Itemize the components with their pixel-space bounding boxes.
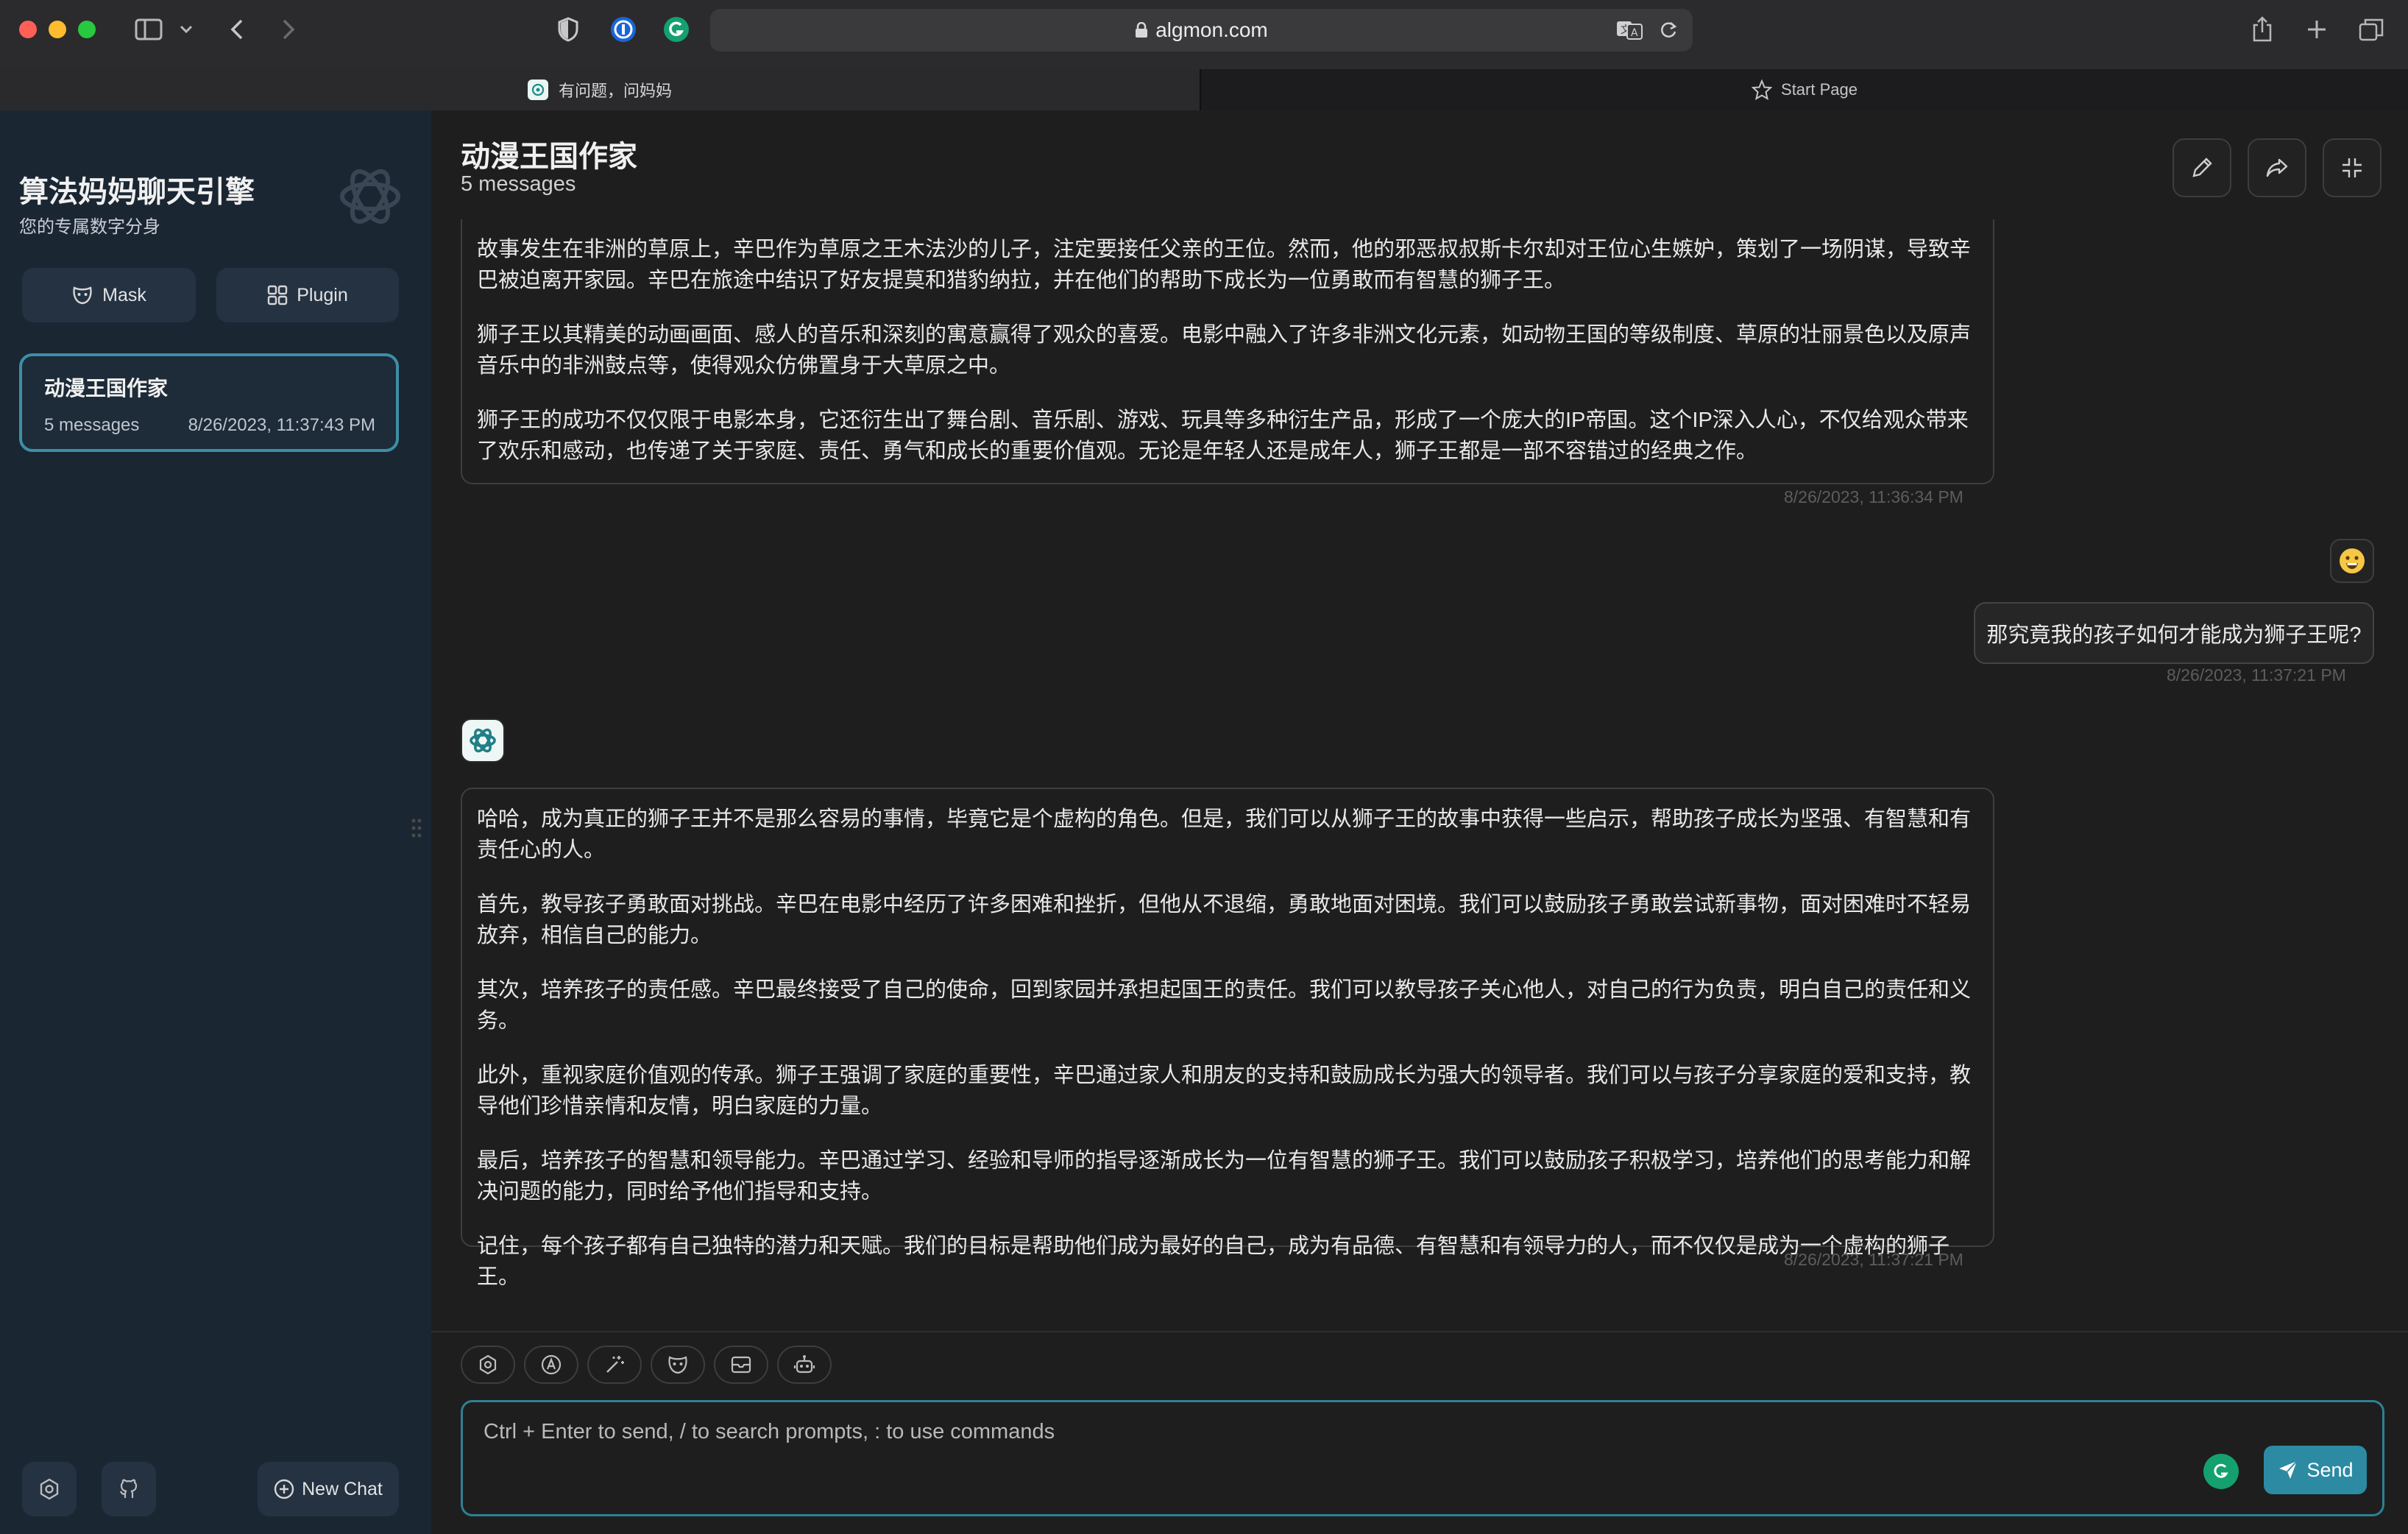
add-circle-icon	[274, 1479, 294, 1499]
forward-icon[interactable]	[274, 13, 303, 46]
clear-context-chip[interactable]	[714, 1346, 768, 1384]
share-chat-button[interactable]	[2248, 138, 2306, 197]
github-button[interactable]	[102, 1462, 156, 1516]
translate-icon[interactable]: 文A	[1616, 21, 1643, 40]
user-avatar	[2330, 539, 2374, 583]
tab-active[interactable]: 有问题，问妈妈	[0, 69, 1201, 110]
auto-theme-icon	[541, 1354, 562, 1375]
chevron-down-icon[interactable]	[177, 13, 196, 46]
send-icon	[2279, 1460, 2298, 1479]
model-chip[interactable]	[777, 1346, 832, 1384]
tab-overview-icon[interactable]	[2356, 13, 2386, 46]
message-paragraph: 首先，教导孩子勇敢面对挑战。辛巴在电影中经历了许多困难和挫折，但他从不退缩，勇敢…	[477, 893, 1972, 947]
plugin-label: Plugin	[297, 284, 348, 305]
openai-logo-icon	[470, 728, 496, 753]
message-paragraph: 记住，每个孩子都有自己独特的潜力和天赋。我们的目标是帮助他们成为最好的自己，成为…	[477, 1234, 1950, 1289]
assistant-message: 故事发生在非洲的草原上，辛巴作为草原之王木法沙的儿子，注定要接任父亲的王位。然而…	[461, 219, 1994, 484]
broom-icon	[731, 1356, 751, 1374]
shield-icon[interactable]	[553, 13, 583, 46]
magic-wand-icon	[606, 1356, 624, 1373]
share-icon[interactable]	[2248, 13, 2277, 46]
composer-divider	[431, 1331, 2408, 1332]
gear-icon	[479, 1354, 497, 1375]
message-timestamp: 8/26/2023, 11:37:21 PM	[2167, 665, 2346, 685]
message-timestamp: 8/26/2023, 11:36:34 PM	[1784, 487, 1963, 506]
reload-icon[interactable]	[1659, 21, 1678, 40]
svg-text:A: A	[1631, 27, 1638, 39]
exit-fullscreen-button[interactable]	[2323, 138, 2382, 197]
back-icon[interactable]	[222, 13, 252, 46]
masks-chip[interactable]	[651, 1346, 705, 1384]
plugin-button[interactable]: Plugin	[216, 268, 399, 322]
maximize-window-button[interactable]	[78, 21, 96, 38]
settings-button[interactable]	[22, 1462, 77, 1516]
message-paragraph: 哈哈，成为真正的狮子王并不是那么容易的事情，毕竟它是个虚构的角色。但是，我们可以…	[477, 807, 1972, 862]
pencil-icon	[2192, 158, 2212, 177]
close-window-button[interactable]	[19, 21, 37, 38]
message-input[interactable]: Ctrl + Enter to send, / to search prompt…	[461, 1400, 2384, 1516]
mask-label: Mask	[102, 284, 146, 305]
mask-icon	[73, 286, 92, 305]
chat-item-title: 动漫王国作家	[44, 377, 169, 400]
assistant-avatar	[461, 718, 505, 763]
new-tab-icon[interactable]	[2302, 13, 2331, 46]
new-chat-label: New Chat	[302, 1478, 383, 1499]
tab-label: Start Page	[1781, 80, 1858, 99]
sidebar: 算法妈妈聊天引擎 您的专属数字分身 Mask Plugin 动漫王国作家 5 m…	[0, 110, 431, 1534]
tab-start-page[interactable]: Start Page	[1201, 69, 2408, 110]
user-message: 那究竟我的孩子如何才能成为狮子王呢?	[1974, 602, 2374, 664]
chat-settings-chip[interactable]	[461, 1346, 515, 1384]
message-paragraph: 狮子王以其精美的动画画面、感人的音乐和深刻的寓意赢得了观众的喜爱。电影中融入了许…	[477, 323, 1972, 378]
message-paragraph: 此外，重视家庭价值观的传承。狮子王强调了家庭的重要性，辛巴通过家人和朋友的支持和…	[477, 1064, 1972, 1118]
minimize-window-button[interactable]	[49, 21, 66, 38]
app-title: 算法妈妈聊天引擎	[19, 176, 255, 208]
send-label: Send	[2306, 1458, 2354, 1481]
message-paragraph: 故事发生在非洲的草原上，辛巴作为草原之王木法沙的儿子，注定要接任父亲的王位。然而…	[477, 238, 1972, 292]
new-chat-button[interactable]: New Chat	[258, 1462, 399, 1516]
smiley-emoji-icon	[2340, 548, 2365, 573]
share-arrow-icon	[2266, 158, 2288, 177]
grammarly-extension-icon[interactable]	[661, 13, 692, 46]
robot-icon	[793, 1355, 815, 1374]
chat-message-count: 5 messages	[461, 172, 576, 196]
address-bar[interactable]: algmon.com 文A	[710, 9, 1693, 52]
mask-icon	[668, 1356, 687, 1374]
tab-label: 有问题，问妈妈	[558, 82, 672, 100]
star-icon	[1752, 79, 1773, 100]
plugin-grid-icon	[268, 285, 288, 305]
gear-icon	[40, 1478, 59, 1500]
message-timestamp: 8/26/2023, 11:37:21 PM	[1784, 1250, 1963, 1269]
tab-bar: 有问题，问妈妈 Start Page	[0, 69, 2408, 112]
collapse-icon	[2343, 158, 2362, 177]
grammarly-icon[interactable]	[2203, 1454, 2239, 1489]
tab-favicon-icon	[527, 79, 548, 100]
sidebar-resize-handle-icon[interactable]	[411, 817, 422, 839]
message-paragraph: 狮子王的成功不仅仅限于电影本身，它还衍生出了舞台剧、音乐剧、游戏、玩具等多种衍生…	[477, 409, 1969, 463]
chat-item-count: 5 messages	[44, 415, 140, 435]
theme-chip[interactable]	[524, 1346, 578, 1384]
openai-logo-icon	[336, 162, 405, 231]
message-paragraph: 其次，培养孩子的责任感。辛巴最终接受了自己的使命，回到家园并承担起国王的责任。我…	[477, 978, 1972, 1033]
chat-title: 动漫王国作家	[461, 141, 637, 173]
url-text: algmon.com	[1155, 18, 1268, 41]
browser-toolbar: algmon.com 文A	[0, 0, 2408, 69]
chat-list-item[interactable]: 动漫王国作家 5 messages 8/26/2023, 11:37:43 PM	[19, 353, 399, 452]
chat-item-date: 8/26/2023, 11:37:43 PM	[188, 415, 375, 435]
lock-icon	[1136, 22, 1148, 38]
github-icon	[120, 1479, 138, 1498]
message-input-placeholder: Ctrl + Enter to send, / to search prompt…	[484, 1420, 1055, 1443]
send-button[interactable]: Send	[2264, 1446, 2367, 1494]
app-subtitle: 您的专属数字分身	[19, 217, 160, 237]
rename-chat-button[interactable]	[2172, 138, 2231, 197]
assistant-message: 哈哈，成为真正的狮子王并不是那么容易的事情，毕竟它是个虚构的角色。但是，我们可以…	[461, 788, 1994, 1289]
sidebar-toggle-icon[interactable]	[132, 13, 165, 46]
password-manager-icon[interactable]	[608, 13, 639, 46]
user-message-text: 那究竟我的孩子如何才能成为狮子王呢?	[1986, 623, 2362, 647]
prompts-chip[interactable]	[587, 1346, 642, 1384]
message-paragraph: 最后，培养孩子的智慧和领导能力。辛巴通过学习、经验和导师的指导逐渐成长为一位有智…	[477, 1149, 1972, 1203]
mask-button[interactable]: Mask	[22, 268, 196, 322]
